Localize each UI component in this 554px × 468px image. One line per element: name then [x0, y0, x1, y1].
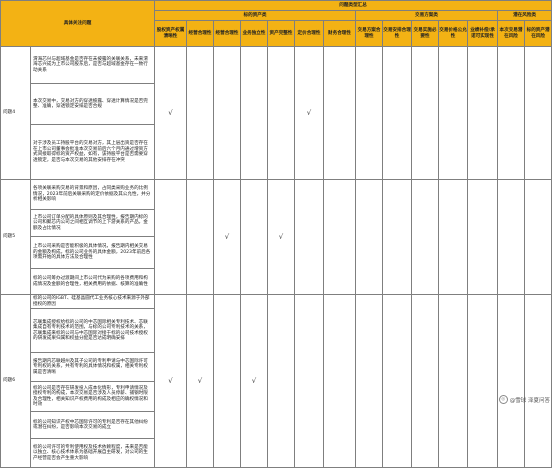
problem-label: 问题5 [0, 179, 31, 295]
column-header: 业绩补偿/承诺可实现性 [467, 20, 499, 47]
group-risk: 潜在风险类 [497, 10, 553, 21]
column-header: 标的资产潜在风险 [524, 20, 553, 47]
column-header: 交易安排合理性 [382, 20, 413, 47]
sub-question: 上市公司订单分配的具体原则及其合理性，报告期内标的公司和聚芯内公司之间相互调节的… [29, 209, 156, 237]
empty-cell [411, 46, 440, 180]
sub-question: 标的公司知识产权中芯国际许可的专利是否存在其他纠纷或潜在纠纷，是否影响本次交易的… [29, 411, 156, 439]
empty-cell [382, 46, 413, 180]
summary-header: 问题类型汇总 [154, 0, 553, 11]
check-mark: √ [240, 294, 269, 468]
problem-label: 问题6 [0, 294, 31, 468]
sub-question: 芯联集成授权给标的公司的中芯国际相关专利技术、芯联集成自有专利技术的范围，与标的… [29, 308, 156, 353]
empty-cell [382, 294, 413, 468]
sub-question: 标的公司是否存在研发投入成本化情形，专利申请情况及授权专利的构成，本次交易是否涉… [29, 381, 156, 412]
empty-cell [186, 46, 215, 180]
group-transaction: 交易方案类 [355, 10, 499, 21]
empty-cell [497, 179, 526, 295]
empty-cell [294, 179, 325, 295]
column-header: 交易价格公允性 [438, 20, 469, 47]
empty-cell [438, 294, 469, 468]
empty-cell [467, 46, 499, 180]
empty-cell [524, 179, 553, 295]
column-header: 财务合理性 [323, 20, 357, 47]
empty-cell [267, 294, 296, 468]
empty-cell [438, 179, 469, 295]
problem-label: 问题4 [0, 46, 31, 180]
column-header: 资产完整性 [267, 20, 296, 47]
check-mark: √ [213, 179, 242, 295]
check-mark: √ [154, 294, 188, 468]
column-header: 本次交易潜在风险 [497, 20, 526, 47]
concern-table: 具体关注问题 问题类型汇总 标的资产类 交易方案类 潜在风险类 股权资产权属清晰… [0, 0, 553, 468]
empty-cell [186, 179, 215, 295]
empty-cell [213, 46, 242, 180]
concern-header: 具体关注问题 [0, 0, 156, 47]
check-mark: √ [186, 294, 215, 468]
empty-cell [411, 179, 440, 295]
empty-cell [240, 46, 269, 180]
empty-cell [411, 294, 440, 468]
sub-question: 上市公司采购是否能积极的具体情况，报告期内相关交易的金额及构成，标的公司业务的具… [29, 236, 156, 269]
empty-cell [497, 46, 526, 180]
sub-question: 对于涉及员工持股平台的交易对方，其上层出资是否存在在上市公司董事会批准本次交易前… [29, 124, 156, 180]
column-header: 经营合理性 [213, 20, 242, 47]
column-header: 交易实施必要性 [411, 20, 440, 47]
empty-cell [323, 294, 357, 468]
empty-cell [355, 294, 384, 468]
sub-question: 渭海芯兴与超域基金是否存在未披露的关联关系，未来渭海芯兴成为上市公司股东后，是否… [29, 46, 156, 84]
empty-cell [467, 294, 499, 468]
watermark: ◎ @雪球 泽夏问答 [498, 395, 550, 404]
sub-question: 本次交易中，交易对方的穿透披露、穿透计算情况是否完整、准确，穿透锁定安排是否合规 [29, 83, 156, 125]
xueqiu-logo-icon: ◎ [498, 395, 508, 404]
group-asset: 标的资产类 [154, 10, 357, 21]
empty-cell [240, 179, 269, 295]
empty-cell [154, 179, 188, 295]
column-header: 股权资产权属清晰性 [154, 20, 188, 47]
sub-question: 标的公司的IGBT、硅基晶圆代工业务核心技术来源于外部授权的原因 [29, 294, 156, 309]
empty-cell [524, 294, 553, 468]
empty-cell [524, 46, 553, 180]
check-mark: √ [267, 179, 296, 295]
empty-cell [323, 46, 357, 180]
empty-cell [213, 294, 242, 468]
sub-question: 各项关联采购交易的背景和原因，占同类采购业务的比例情况，2023年前后关联采购的… [29, 179, 156, 210]
sub-question: 标的公司许可的专利使用权及技术依赖程度，未来是否能以独立、核心技术体系为基础开展… [29, 438, 156, 468]
watermark-text: @雪球 泽夏问答 [509, 397, 550, 404]
column-header: 业务独立性 [240, 20, 269, 47]
sub-question: 报告期内芯联越州及其子公司的专利申请与中芯国际许可专利权的关系，共有专利的具体情… [29, 352, 156, 382]
empty-cell [294, 294, 325, 468]
empty-cell [355, 179, 384, 295]
empty-cell [438, 46, 469, 180]
empty-cell [267, 46, 296, 180]
sub-question: 标的公司筹办过渡期间上市公司代为采购的各项费用和构成情况及金额的合理性，相关费用… [29, 268, 156, 295]
column-header: 经营合理性 [186, 20, 215, 47]
column-header: 定价合理性 [294, 20, 325, 47]
empty-cell [355, 46, 384, 180]
empty-cell [467, 179, 499, 295]
empty-cell [382, 179, 413, 295]
column-header: 交易方案合理性 [355, 20, 384, 47]
empty-cell [497, 294, 526, 468]
empty-cell [323, 179, 357, 295]
check-mark: √ [154, 46, 188, 180]
check-mark: √ [294, 46, 325, 180]
